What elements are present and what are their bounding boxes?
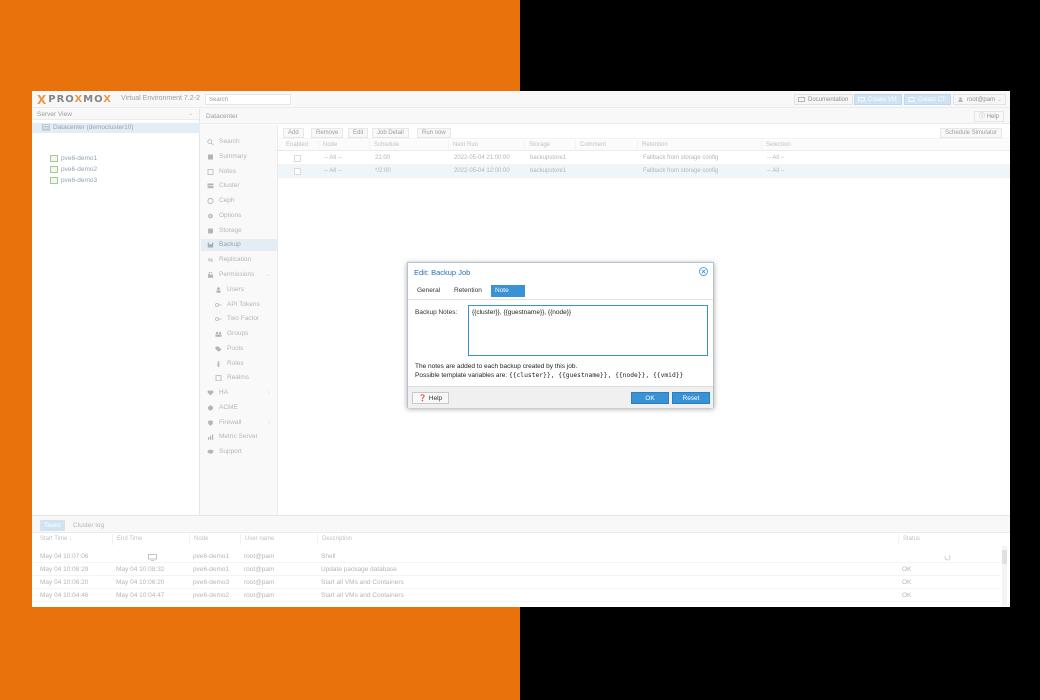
template-variables-text: Possible template variables are: {{clust…	[415, 372, 684, 379]
dialog-title: Edit: Backup Job	[414, 268, 471, 277]
dialog-footer: ❓ Help OK Reset	[408, 386, 713, 408]
edit-backup-job-dialog: Edit: Backup Job General Retention Note …	[407, 262, 714, 408]
reset-button[interactable]: Reset	[672, 392, 710, 404]
dialog-body: Backup Notes: {{cluster}}, {{guestname}}…	[408, 299, 713, 383]
dialog-header: Edit: Backup Job	[408, 263, 713, 282]
question-circle-icon: ❓	[418, 395, 427, 402]
ok-button[interactable]: OK	[631, 392, 669, 404]
dialog-help-button[interactable]: ❓ Help	[412, 392, 449, 404]
tab-retention[interactable]: Retention	[450, 285, 486, 297]
notes-info-text: The notes are added to each backup creat…	[415, 363, 578, 370]
close-icon[interactable]	[699, 267, 708, 276]
tab-note-template[interactable]: Note Template	[491, 285, 526, 306]
backup-notes-textarea[interactable]: {{cluster}}, {{guestname}}, {{node}}	[468, 305, 708, 356]
tab-general[interactable]: General	[413, 285, 444, 297]
template-variables-code: {{cluster}}, {{guestname}}, {{node}}, {{…	[508, 372, 684, 379]
backup-notes-label: Backup Notes:	[415, 309, 458, 316]
